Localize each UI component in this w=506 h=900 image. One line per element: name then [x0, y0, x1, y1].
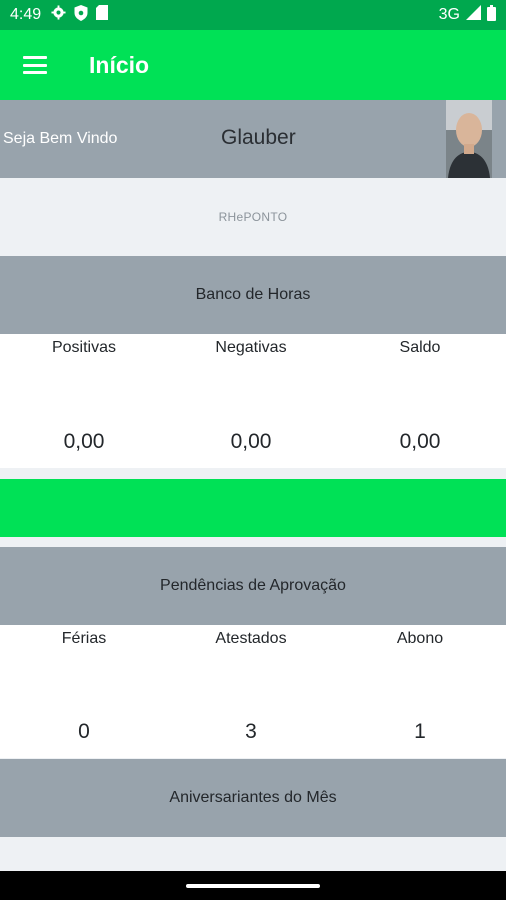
ferias-value: 0 [78, 720, 90, 743]
banco-horas-header: Banco de Horas [0, 256, 506, 334]
atestados-label: Atestados [215, 630, 287, 647]
aniversariantes-header: Aniversariantes do Mês [0, 759, 506, 837]
hamburger-menu-icon[interactable] [0, 30, 70, 100]
abono-label: Abono [396, 630, 444, 647]
status-bar: 4:49 3G [0, 0, 506, 30]
user-name: Glauber [221, 126, 296, 149]
abono-column[interactable]: Abono 1 [336, 625, 504, 758]
negativas-value: 0,00 [230, 430, 272, 453]
system-navigation-bar [0, 871, 506, 900]
saldo-label: Saldo [399, 339, 441, 356]
status-time: 4:49 [10, 6, 42, 23]
page-title: Início [89, 51, 150, 78]
atestados-column[interactable]: Atestados 3 [167, 625, 335, 758]
brand-label: RHePONTO [218, 210, 288, 224]
welcome-header: Seja Bem Vindo Glauber [0, 100, 506, 178]
welcome-greeting: Seja Bem Vindo [3, 130, 118, 147]
network-type: 3G [438, 6, 460, 23]
battery-icon [487, 4, 496, 26]
sim-card-icon [96, 5, 109, 25]
avatar[interactable] [446, 100, 492, 178]
saldo-column: Saldo 0,00 [336, 334, 504, 468]
home-gesture-handle[interactable] [186, 884, 320, 888]
app-bar: Início [0, 30, 506, 100]
saldo-value: 0,00 [399, 430, 441, 453]
shield-icon [74, 4, 88, 26]
status-right: 3G [438, 4, 496, 26]
pendencias-panel: Férias 0 Atestados 3 Abono 1 [0, 625, 506, 758]
banco-horas-panel: Positivas 0,00 Negativas 0,00 Saldo 0,00 [0, 334, 506, 468]
status-icons [51, 4, 109, 26]
ferias-label: Férias [61, 630, 107, 647]
brand-row: RHePONTO [0, 178, 506, 256]
atestados-value: 3 [245, 720, 257, 743]
gear-icon [51, 5, 66, 25]
negativas-column: Negativas 0,00 [167, 334, 335, 468]
ferias-column[interactable]: Férias 0 [0, 625, 168, 758]
positivas-label: Positivas [51, 339, 117, 356]
negativas-label: Negativas [215, 339, 287, 356]
positivas-value: 0,00 [63, 430, 105, 453]
green-banner [0, 479, 506, 537]
positivas-column: Positivas 0,00 [0, 334, 168, 468]
abono-value: 1 [414, 720, 426, 743]
signal-icon [466, 5, 481, 25]
pendencias-header: Pendências de Aprovação [0, 547, 506, 625]
